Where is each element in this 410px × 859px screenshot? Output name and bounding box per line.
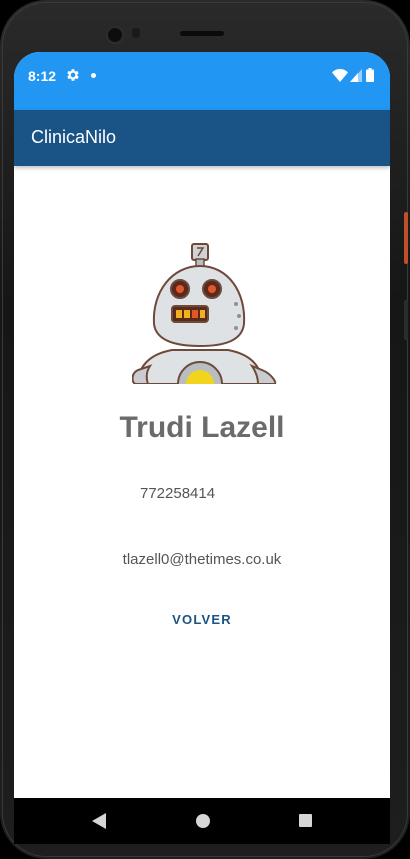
- profile-content: Trudi Lazell 772258414 tlazell0@thetimes…: [14, 166, 390, 798]
- app-title: ClinicaNilo: [31, 127, 117, 147]
- status-time: 8:12: [28, 68, 57, 84]
- notification-dot-icon: [91, 73, 96, 78]
- wifi-icon: [332, 69, 348, 82]
- signal-icon: [350, 69, 362, 82]
- battery-icon: [366, 68, 374, 82]
- earpiece-speaker: [180, 31, 224, 36]
- recents-icon[interactable]: [299, 814, 312, 827]
- volume-button[interactable]: [404, 300, 408, 340]
- app-bar: ClinicaNilo: [14, 110, 390, 166]
- system-navigation-bar: [14, 798, 390, 844]
- power-button[interactable]: [404, 212, 408, 264]
- home-icon[interactable]: [196, 814, 210, 828]
- settings-gear-icon: [67, 69, 79, 81]
- person-name: Trudi Lazell: [119, 411, 285, 444]
- screen: 8:12 ClinicaNilo Trudi Lazell 772258414 …: [14, 52, 390, 798]
- camera-sensor: [132, 28, 140, 38]
- robot-avatar-icon: [132, 243, 277, 384]
- status-bar: 8:12: [14, 52, 390, 110]
- back-icon[interactable]: [92, 813, 106, 829]
- phone-number: 772258414: [140, 485, 216, 502]
- email-address: tlazell0@thetimes.co.uk: [122, 551, 282, 568]
- front-camera: [106, 26, 124, 44]
- back-button[interactable]: VOLVER: [162, 601, 242, 637]
- device-frame: 8:12 ClinicaNilo Trudi Lazell 772258414 …: [0, 0, 410, 859]
